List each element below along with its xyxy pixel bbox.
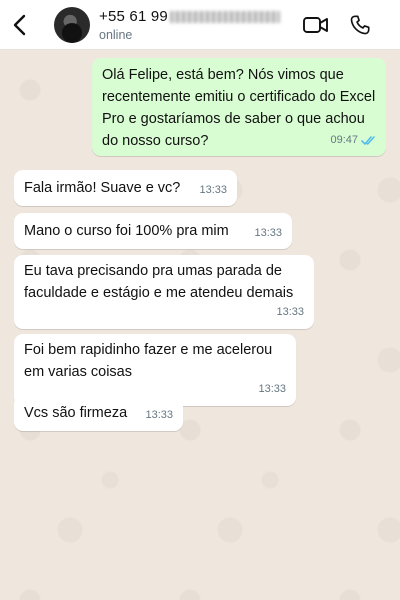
incoming-message[interactable]: Mano o curso foi 100% pra mim 13:33: [14, 213, 292, 249]
phone-icon: [350, 15, 370, 35]
video-camera-icon: [303, 17, 328, 33]
contact-status: online: [99, 28, 133, 42]
message-time: 13:33: [145, 409, 173, 421]
message-text: Fala irmão! Suave e vc?: [24, 180, 181, 196]
contact-avatar[interactable]: [54, 7, 90, 43]
chat-header: +55 61 99 online: [0, 0, 400, 50]
chevron-left-icon: [13, 14, 26, 36]
contact-name: +55 61 99: [99, 8, 168, 25]
voice-call-button[interactable]: [349, 13, 371, 37]
message-time: 13:33: [258, 383, 286, 395]
message-time: 13:33: [276, 306, 304, 318]
incoming-message[interactable]: Eu tava precisando pra umas parada de fa…: [14, 255, 314, 329]
message-text: Foi bem rapidinho fazer e me acelerou em…: [24, 342, 273, 380]
message-time: 13:33: [254, 227, 282, 239]
incoming-message[interactable]: Fala irmão! Suave e vc? 13:33: [14, 170, 237, 206]
incoming-message[interactable]: Vcs são firmeza 13:33: [14, 395, 183, 431]
chat-messages-area[interactable]: Olá Felipe, está bem? Nós vimos que rece…: [0, 50, 400, 600]
message-text: Mano o curso foi 100% pra mim: [24, 223, 229, 239]
message-text: Eu tava precisando pra umas parada de fa…: [24, 263, 294, 301]
back-button[interactable]: [10, 13, 30, 37]
message-meta: 09:47: [330, 129, 377, 151]
outgoing-message[interactable]: Olá Felipe, está bem? Nós vimos que rece…: [92, 58, 386, 156]
message-text: Vcs são firmeza: [24, 405, 128, 421]
video-call-button[interactable]: [302, 15, 330, 35]
message-time: 09:47: [330, 134, 358, 146]
redacted-name-blur: [169, 11, 280, 24]
double-check-icon: [361, 135, 375, 145]
contact-name-container[interactable]: +55 61 99: [99, 8, 280, 25]
message-time: 13:33: [199, 184, 227, 196]
